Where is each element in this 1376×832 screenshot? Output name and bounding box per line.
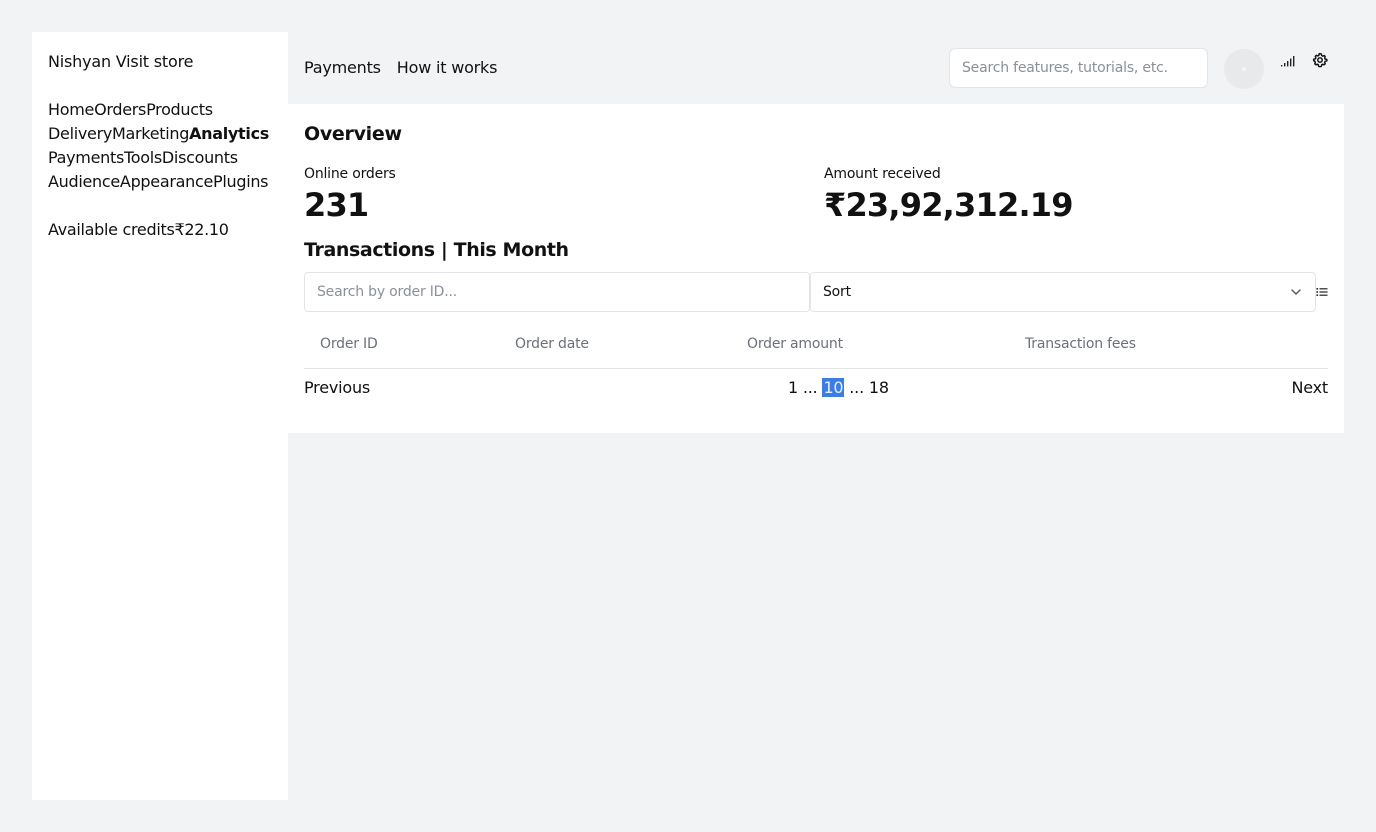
sidebar-item-audience[interactable]: Audience — [48, 172, 120, 191]
online-orders-label: Online orders — [304, 166, 396, 182]
sidebar: Nishyan Visit store HomeOrdersProducts D… — [32, 32, 288, 800]
next-page-button[interactable]: Next — [1292, 378, 1329, 397]
previous-page-button[interactable]: Previous — [304, 378, 370, 397]
column-header-order-id[interactable]: Order ID — [320, 336, 378, 352]
amount-received-label: Amount received — [824, 166, 941, 182]
sidebar-item-appearance[interactable]: Appearance — [120, 172, 213, 191]
page-link-first[interactable]: 1 — [788, 378, 798, 397]
page-link-current[interactable]: 10 — [822, 378, 845, 397]
amount-received-stat: Amount received ₹23,92,312.19 — [824, 165, 1074, 225]
page-link-last[interactable]: 18 — [869, 378, 889, 397]
page-numbers: 1 ... 10 ... 18 — [788, 378, 889, 397]
credits-label: Available credits — [48, 220, 175, 239]
sidebar-nav-row: AudienceAppearancePlugins — [48, 170, 272, 194]
top-bar: Payments How it works — [288, 32, 1344, 104]
chevron-down-icon — [1291, 289, 1301, 295]
amount-received-value: ₹23,92,312.19 — [824, 186, 1074, 224]
sidebar-nav-row: DeliveryMarketingAnalytics — [48, 122, 272, 146]
column-header-order-date[interactable]: Order date — [515, 336, 589, 352]
pagination: Previous 1 ... 10 ... 18 Next — [304, 376, 1328, 400]
transactions-title: Transactions | This Month — [304, 239, 569, 261]
store-name[interactable]: Nishyan Visit store — [48, 50, 272, 74]
sort-label: Sort — [823, 284, 851, 300]
tab-payments[interactable]: Payments — [304, 58, 381, 77]
tab-how-it-works[interactable]: How it works — [397, 58, 498, 77]
transactions-table-header: Order ID Order date Order amount Transac… — [304, 318, 1328, 369]
gear-icon[interactable] — [1312, 52, 1328, 68]
overview-title: Overview — [304, 123, 402, 145]
online-orders-value: 231 — [304, 186, 369, 224]
avatar[interactable] — [1224, 49, 1264, 89]
sidebar-item-tools[interactable]: Tools — [124, 148, 162, 167]
sidebar-item-plugins[interactable]: Plugins — [213, 172, 269, 191]
sidebar-item-marketing[interactable]: Marketing — [112, 124, 189, 143]
order-search-input[interactable] — [304, 272, 810, 312]
page-ellipsis: ... — [802, 378, 818, 397]
online-orders-stat: Online orders 231 — [304, 165, 396, 225]
page-ellipsis: ... — [849, 378, 864, 397]
sidebar-item-orders[interactable]: Orders — [94, 100, 146, 119]
main-panel: Overview Online orders 231 Amount receiv… — [288, 104, 1344, 433]
sort-dropdown[interactable]: Sort — [810, 272, 1316, 312]
sidebar-item-payments[interactable]: Payments — [48, 148, 124, 167]
available-credits[interactable]: Available credits₹22.10 — [48, 218, 272, 242]
sidebar-item-home[interactable]: Home — [48, 100, 94, 119]
sidebar-item-products[interactable]: Products — [146, 100, 213, 119]
sidebar-item-delivery[interactable]: Delivery — [48, 124, 112, 143]
top-nav: Payments How it works — [304, 56, 513, 80]
sidebar-nav-row: HomeOrdersProducts — [48, 98, 272, 122]
column-header-order-amount[interactable]: Order amount — [747, 336, 843, 352]
sidebar-nav-row: PaymentsToolsDiscounts — [48, 146, 272, 170]
sidebar-nav: HomeOrdersProducts DeliveryMarketingAnal… — [48, 98, 272, 194]
sidebar-item-analytics[interactable]: Analytics — [189, 124, 269, 143]
signal-icon[interactable] — [1280, 52, 1298, 68]
sidebar-item-discounts[interactable]: Discounts — [162, 148, 238, 167]
sort-order-icon[interactable] — [1316, 286, 1328, 298]
global-search-input[interactable] — [949, 48, 1208, 88]
column-header-transaction-fees[interactable]: Transaction fees — [1025, 336, 1136, 352]
credits-value: ₹22.10 — [174, 220, 229, 239]
